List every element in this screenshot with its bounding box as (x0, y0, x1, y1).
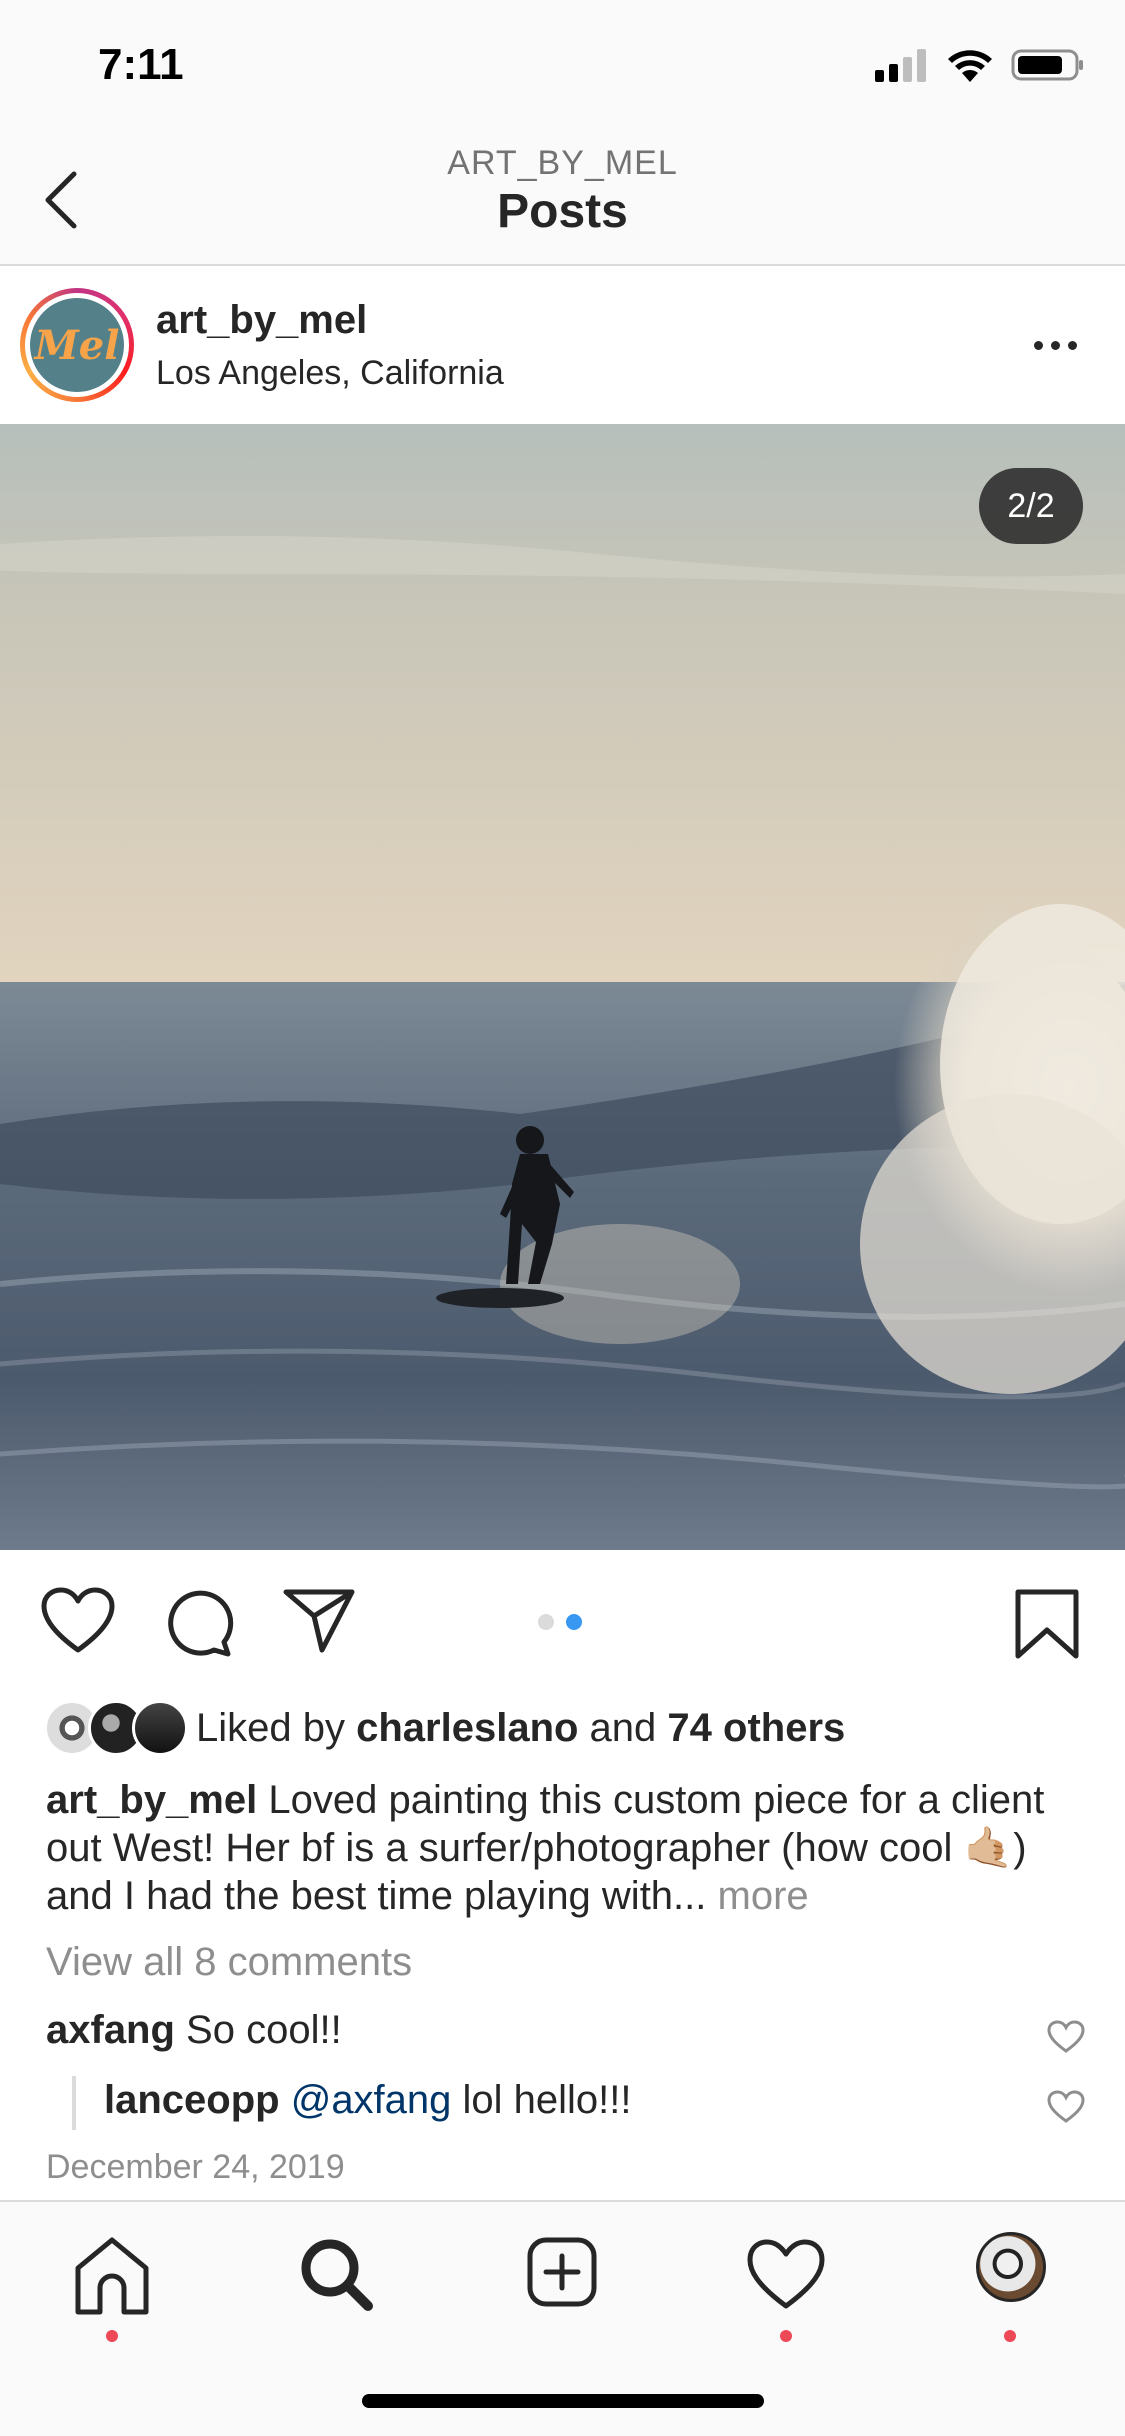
home-icon (75, 2237, 149, 2315)
comment-like-heart-icon[interactable] (1047, 2020, 1085, 2054)
post-image[interactable]: 2/2 (0, 424, 1125, 1550)
reply-text: lol hello!!! (451, 2078, 632, 2122)
carousel-dot-active (566, 1614, 582, 1630)
tab-profile[interactable] (960, 2228, 1060, 2342)
more-dot-icon (1067, 340, 1077, 350)
nav-header: ART_BY_MEL Posts (0, 132, 1125, 266)
likes-count[interactable]: 74 others (667, 1706, 845, 1750)
likes-row[interactable]: Liked by charleslano and 74 others (44, 1700, 845, 1756)
likes-middle: and (578, 1705, 668, 1750)
new-post-icon (527, 2237, 597, 2307)
post-location[interactable]: Los Angeles, California (156, 354, 504, 393)
post-username[interactable]: art_by_mel (156, 298, 367, 343)
caption-username[interactable]: art_by_mel (46, 1778, 257, 1822)
activity-notification-dot (780, 2330, 792, 2342)
signal-icon (875, 49, 926, 82)
status-time: 7:11 (98, 40, 184, 89)
comment-username[interactable]: axfang (46, 2008, 175, 2052)
status-bar: 7:11 (0, 0, 1125, 132)
carousel-indicator (538, 1614, 582, 1630)
status-icons (875, 48, 1085, 82)
tab-new-post[interactable] (512, 2228, 612, 2338)
likes-prefix: Liked by (196, 1705, 357, 1750)
reply-comment-item: lanceopp @axfang lol hello!!! (104, 2078, 632, 2123)
post-avatar[interactable]: Mel (20, 288, 134, 402)
save-bookmark-icon[interactable] (1014, 1588, 1080, 1660)
home-notification-dot (106, 2330, 118, 2342)
more-options-button[interactable] (1025, 330, 1085, 360)
caption-more-link[interactable]: more (706, 1874, 809, 1918)
comment-item: axfang So cool!! (46, 2008, 342, 2053)
home-indicator[interactable] (362, 2394, 764, 2408)
post-date: December 24, 2019 (46, 2148, 345, 2186)
likes-text: Liked by charleslano and 74 others (196, 1706, 845, 1751)
profile-notification-dot (1004, 2330, 1016, 2342)
header-subtitle: ART_BY_MEL (447, 144, 678, 182)
post-caption: art_by_mel Loved painting this custom pi… (46, 1776, 1086, 1920)
image-counter: 2/2 (979, 468, 1083, 544)
like-heart-icon[interactable] (40, 1586, 116, 1656)
more-dot-icon (1050, 340, 1060, 350)
search-icon (301, 2239, 373, 2311)
liker-avatar (132, 1700, 188, 1756)
activity-heart-icon (747, 2239, 825, 2309)
reply-like-heart-icon[interactable] (1047, 2090, 1085, 2124)
surfer-photo (0, 424, 1125, 1550)
tab-search[interactable] (286, 2228, 386, 2338)
reply-indent-bar (72, 2076, 76, 2130)
reply-username[interactable]: lanceopp (104, 2078, 280, 2122)
more-dot-icon (1033, 340, 1043, 350)
tab-activity[interactable] (736, 2228, 836, 2342)
liker-avatars (44, 1700, 188, 1756)
post-header: Mel art_by_mel Los Angeles, California (0, 268, 1125, 424)
carousel-dot (538, 1614, 554, 1630)
page-title: Posts (497, 185, 628, 238)
tab-home[interactable] (62, 2228, 162, 2342)
caption-emoji: 🤙🏼 (963, 1826, 1014, 1870)
avatar-logo: Mel (30, 298, 124, 392)
reply-mention[interactable]: @axfang (280, 2078, 452, 2122)
comment-text: So cool!! (174, 2008, 342, 2052)
comment-icon[interactable] (162, 1586, 234, 1658)
view-all-comments-link[interactable]: View all 8 comments (46, 1940, 412, 1985)
liker-username[interactable]: charleslano (356, 1706, 578, 1750)
profile-avatar (976, 2232, 1046, 2302)
battery-icon (1011, 49, 1083, 81)
share-icon[interactable] (282, 1586, 356, 1656)
wifi-icon (948, 50, 992, 82)
